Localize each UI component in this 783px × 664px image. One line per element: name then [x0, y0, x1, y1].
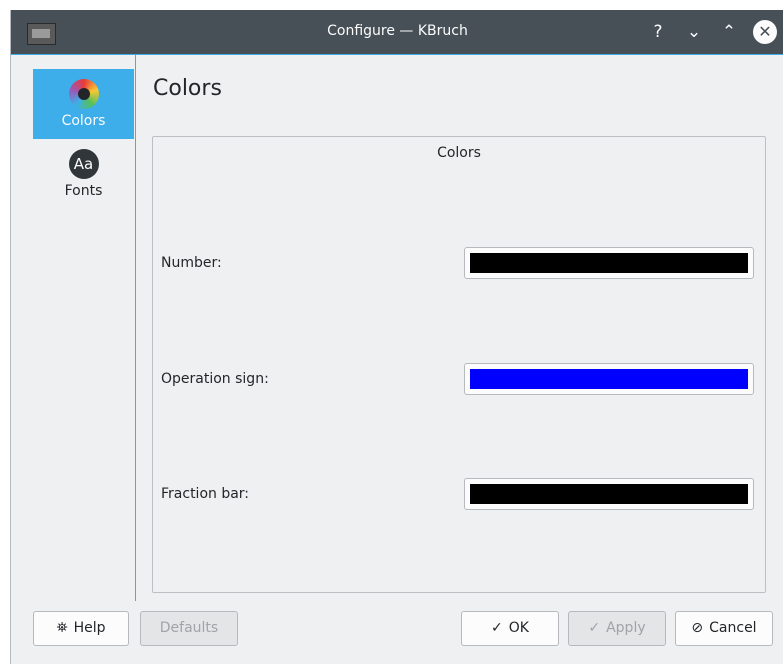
operation-sign-label: Operation sign: [161, 371, 269, 387]
fraction-bar-label: Fraction bar: [161, 486, 250, 502]
configure-dialog: Configure — KBruch ? ⌄ ⌃ ✕ Colors Aa Fon… [10, 10, 783, 664]
cancel-icon: ⊘ [691, 620, 704, 636]
page-title: Colors [153, 76, 222, 101]
fraction-bar-color-button[interactable] [464, 478, 754, 510]
sidebar-item-label: Colors [61, 113, 106, 129]
sidebar-item-colors[interactable]: Colors [33, 69, 134, 139]
ok-button[interactable]: ✓ OK [461, 611, 559, 646]
defaults-button[interactable]: Defaults [140, 611, 238, 646]
title-bar[interactable]: Configure — KBruch ? ⌄ ⌃ ✕ [11, 10, 783, 55]
close-icon[interactable]: ✕ [753, 20, 777, 44]
color-swatch [470, 369, 748, 389]
checkmark-icon: ✓ [588, 620, 601, 636]
sidebar-item-label: Fonts [64, 183, 103, 199]
apply-button-label: Apply [606, 620, 646, 636]
defaults-button-label: Defaults [159, 620, 219, 636]
operation-sign-color-button[interactable] [464, 363, 754, 395]
apply-button[interactable]: ✓ Apply [568, 611, 666, 646]
maximize-icon[interactable]: ⌃ [716, 19, 742, 45]
help-icon: ⛯ [56, 620, 68, 636]
sidebar: Colors Aa Fonts [11, 55, 136, 601]
help-icon[interactable]: ? [645, 19, 671, 45]
help-button[interactable]: ⛯ Help [33, 611, 129, 646]
colors-icon [68, 79, 99, 109]
color-swatch [470, 253, 748, 273]
help-button-label: Help [73, 620, 106, 636]
fonts-icon: Aa [68, 149, 99, 179]
cancel-button[interactable]: ⊘ Cancel [675, 611, 773, 646]
checkmark-icon: ✓ [491, 620, 503, 636]
number-color-button[interactable] [464, 247, 754, 279]
minimize-icon[interactable]: ⌄ [681, 19, 707, 45]
ok-button-label: OK [508, 620, 529, 636]
cancel-button-label: Cancel [709, 620, 757, 636]
color-swatch [470, 484, 748, 504]
number-label: Number: [161, 255, 222, 271]
group-title: Colors [437, 145, 481, 161]
colors-group: Colors Number: Operation sign: Fraction … [152, 136, 766, 593]
sidebar-item-fonts[interactable]: Aa Fonts [33, 139, 134, 209]
